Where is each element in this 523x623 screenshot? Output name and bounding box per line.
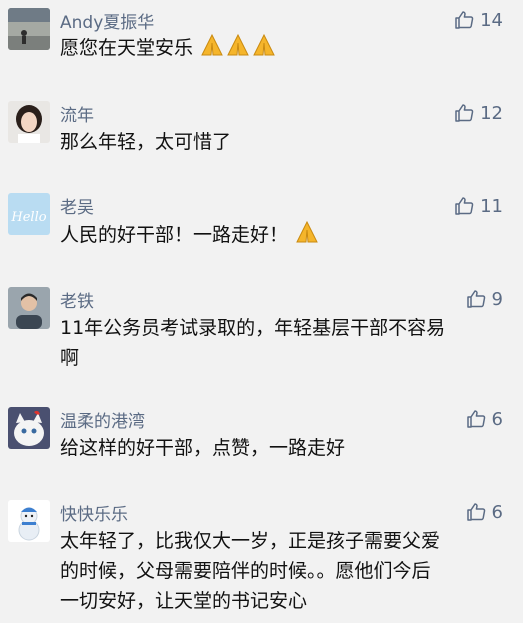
- thumbs-up-icon: [466, 502, 486, 522]
- comment-text-line: 太年轻了，比我仅大一岁，正是孩子需要父爱: [60, 530, 441, 552]
- folded-hands-emoji: [294, 220, 320, 253]
- like-button[interactable]: 9: [466, 288, 503, 310]
- comment-text-line: 啊: [60, 347, 80, 369]
- avatar-label: Hello: [10, 210, 46, 225]
- comment-author[interactable]: 快快乐乐: [60, 500, 128, 525]
- like-button[interactable]: 6: [466, 408, 503, 430]
- comment-text: 那么年轻，太可惜了: [60, 131, 232, 153]
- like-button[interactable]: 12: [454, 102, 503, 124]
- comment-text: 愿您在天堂安乐: [60, 37, 194, 59]
- avatar[interactable]: Hello: [8, 193, 50, 235]
- comment-content: 太年轻了，比我仅大一岁，正是孩子需要父爱 的时候，父母需要陪伴的时候。。愿他们今…: [60, 526, 505, 616]
- comment-content: 愿您在天堂安乐: [60, 33, 505, 66]
- thumbs-up-icon: [454, 10, 474, 30]
- like-count: 6: [491, 408, 503, 430]
- thumbs-up-icon: [454, 196, 474, 216]
- comment-content: 那么年轻，太可惜了: [60, 127, 505, 157]
- folded-hands-emoji: [225, 33, 251, 66]
- avatar[interactable]: [8, 407, 50, 449]
- comment-text-line: 11年公务员考试录取的，年轻基层干部不容易: [60, 317, 446, 339]
- comment-author[interactable]: 流年: [60, 101, 94, 126]
- comment-text: 人民的好干部！一路走好！: [60, 224, 289, 246]
- thumbs-up-icon: [466, 289, 486, 309]
- comment-text-line: 一切安好，让天堂的书记安心: [60, 590, 308, 612]
- avatar[interactable]: [8, 8, 50, 50]
- folded-hands-emoji: [251, 33, 277, 66]
- comment-content: 人民的好干部！一路走好！: [60, 220, 505, 253]
- like-count: 6: [491, 501, 503, 523]
- comment-text-line: 的时候，父母需要陪伴的时候。。愿他们今后: [60, 560, 431, 582]
- comment-author[interactable]: Andy夏振华: [60, 8, 154, 33]
- comment-author[interactable]: 老铁: [60, 287, 94, 312]
- comment-content: 给这样的好干部，点赞，一路走好: [60, 433, 505, 463]
- folded-hands-emoji: [199, 33, 225, 66]
- comment-author[interactable]: 老吴: [60, 193, 94, 218]
- avatar[interactable]: [8, 500, 50, 542]
- like-count: 12: [480, 102, 503, 124]
- avatar[interactable]: [8, 287, 50, 329]
- thumbs-up-icon: [466, 409, 486, 429]
- comment-text: 给这样的好干部，点赞，一路走好: [60, 437, 346, 459]
- avatar[interactable]: [8, 101, 50, 143]
- like-button[interactable]: 11: [454, 195, 503, 217]
- comment-author[interactable]: 温柔的港湾: [60, 407, 145, 432]
- comment-content: 11年公务员考试录取的，年轻基层干部不容易 啊: [60, 313, 505, 373]
- like-count: 9: [491, 288, 503, 310]
- like-count: 11: [480, 195, 503, 217]
- thumbs-up-icon: [454, 103, 474, 123]
- like-button[interactable]: 6: [466, 501, 503, 523]
- like-count: 14: [480, 9, 503, 31]
- like-button[interactable]: 14: [454, 9, 503, 31]
